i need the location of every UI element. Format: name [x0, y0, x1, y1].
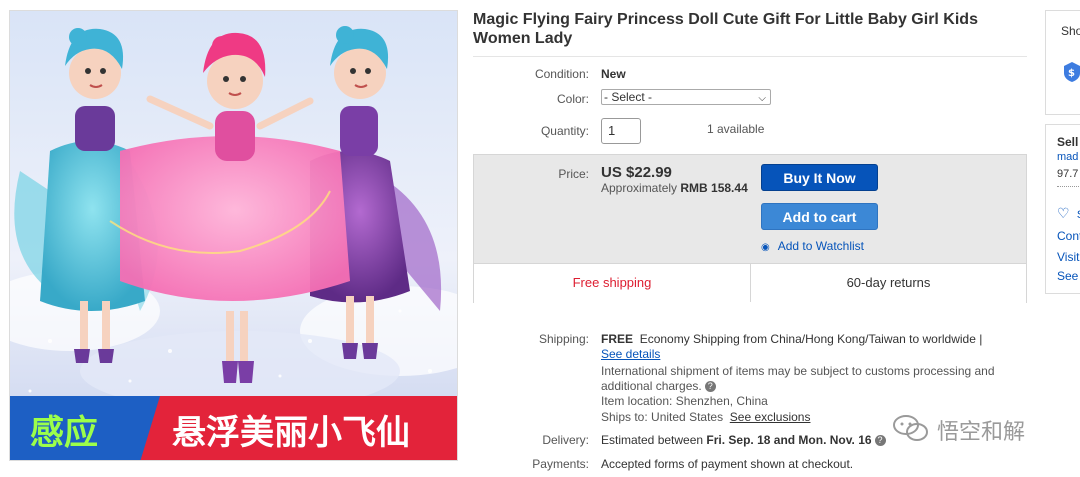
help-icon[interactable]: ? — [874, 435, 886, 447]
delivery-label: Delivery: — [542, 433, 589, 447]
help-icon[interactable]: ? — [704, 381, 716, 393]
svg-text:$: $ — [1068, 68, 1075, 79]
title-divider — [473, 56, 1027, 57]
ships-to-label: Ships to: — [601, 410, 648, 424]
quantity-input[interactable]: 1 — [601, 118, 641, 144]
seller-name-link[interactable]: mad — [1057, 151, 1078, 163]
contact-seller-link[interactable]: Cont — [1057, 229, 1080, 243]
price-approx: Approximately RMB 158.44 — [601, 181, 748, 195]
item-location: Item location: Shenzhen, China — [601, 394, 768, 409]
returns-text: 60-day returns — [846, 275, 931, 290]
watermark-text: 悟空和解 — [937, 419, 1026, 444]
see-details-link[interactable]: See details — [601, 347, 660, 362]
shop-card-text: Sho — [1061, 24, 1080, 38]
visit-store-link[interactable]: Visit — [1057, 250, 1079, 264]
international-note: International shipment of items may be s… — [601, 364, 1001, 394]
save-seller[interactable]: ♡ S — [1057, 205, 1080, 222]
banner-right-text: 悬浮美丽小飞仙 — [172, 413, 410, 453]
shipping-label: Shipping: — [538, 332, 589, 346]
product-title: Magic Flying Fairy Princess Doll Cute Gi… — [473, 11, 978, 47]
item-location-value: Shenzhen, China — [675, 394, 768, 408]
wechat-icon — [893, 415, 928, 441]
product-photo-illustration: 感应 悬浮美丽小飞仙 — [10, 11, 457, 460]
free-shipping-text: Free shipping — [572, 275, 652, 290]
buy-it-now-button[interactable]: Buy It Now — [761, 164, 878, 191]
shipping-free: FREE — [601, 332, 634, 346]
item-location-label: Item location: — [601, 394, 673, 408]
color-label: Color: — [556, 92, 589, 106]
price-approx-prefix: Approximately — [601, 181, 678, 195]
heart-icon: ♡ — [1057, 205, 1070, 221]
color-select-value: - Select - — [604, 90, 653, 104]
color-select[interactable]: - Select - ⌵ — [601, 89, 771, 105]
ships-to: Ships to: United States See exclusions — [601, 410, 810, 425]
see-exclusions-link[interactable]: See exclusions — [730, 410, 811, 424]
price-value: US $22.99 — [601, 164, 672, 181]
condition-value: New — [601, 67, 626, 81]
see-other-items-link[interactable]: See — [1057, 269, 1078, 283]
product-image[interactable]: 感应 悬浮美丽小飞仙 — [9, 10, 458, 461]
shipping-method: FREE Economy Shipping from China/Hong Ko… — [601, 332, 1001, 347]
shipping-method-text: Economy Shipping from China/Hong Kong/Ta… — [639, 332, 983, 346]
condition-label: Condition: — [534, 67, 589, 81]
seller-feedback: 97.7 — [1057, 168, 1079, 180]
chevron-down-icon: ⌵ — [758, 93, 766, 104]
availability-text: 1 available — [707, 122, 765, 136]
delivery-range: Fri. Sep. 18 and Mon. Nov. 16 — [706, 433, 872, 447]
add-to-watchlist-link[interactable]: ◉ Add to Watchlist — [761, 239, 864, 253]
international-note-text: International shipment of items may be s… — [601, 364, 995, 393]
watchlist-label: Add to Watchlist — [777, 239, 864, 253]
price-label: Price: — [558, 167, 589, 181]
seller-divider — [1057, 186, 1080, 187]
eye-icon: ◉ — [761, 242, 770, 253]
quantity-label: Quantity: — [540, 124, 589, 138]
payments-text: Accepted forms of payment shown at check… — [601, 457, 854, 471]
delivery-prefix: Estimated between — [601, 433, 704, 447]
shop-card: Sho $ — [1045, 10, 1080, 115]
ships-to-value: United States — [651, 410, 724, 424]
payments-label: Payments: — [532, 457, 589, 471]
add-to-cart-button[interactable]: Add to cart — [761, 203, 878, 230]
banner-left-text: 感应 — [30, 413, 98, 453]
shield-icon: $ — [1064, 62, 1080, 82]
delivery-estimate: Estimated between Fri. Sep. 18 and Mon. … — [601, 433, 886, 448]
seller-card: Sell mad 97.7 ♡ S Cont Visit See — [1045, 124, 1080, 294]
seller-card-title: Sell — [1057, 135, 1079, 149]
price-approx-value: RMB 158.44 — [680, 181, 748, 195]
